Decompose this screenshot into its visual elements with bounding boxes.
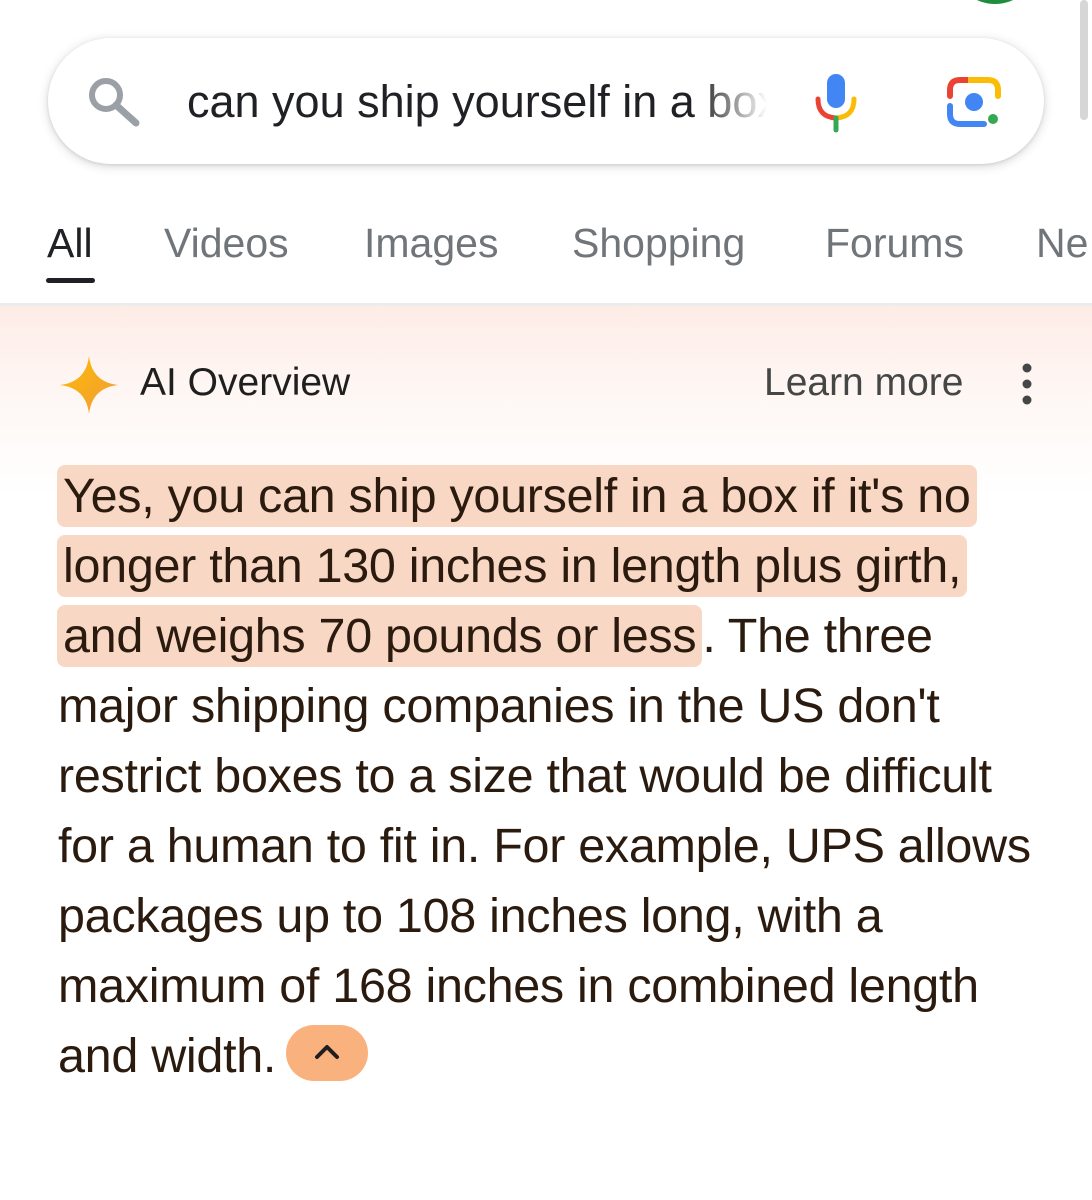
ai-overview-title: AI Overview <box>140 361 351 404</box>
search-input[interactable]: can you ship yourself in a box <box>187 72 767 132</box>
tab-videos[interactable]: Videos <box>164 215 289 271</box>
google-lens-icon[interactable] <box>944 74 1004 130</box>
more-vert-icon[interactable] <box>1012 362 1042 406</box>
collapse-button[interactable] <box>286 1025 369 1082</box>
tab-news[interactable]: Ne <box>1036 215 1088 271</box>
search-icon[interactable] <box>86 76 144 128</box>
learn-more-link[interactable]: Learn more <box>764 358 963 408</box>
active-tab-indicator <box>46 278 95 283</box>
search-tabs: All Videos Images Shopping Forums Ne <box>0 205 1092 285</box>
ai-overview-answer: Yes, you can ship yourself in a box if i… <box>57 461 1033 1091</box>
tab-shopping[interactable]: Shopping <box>572 215 745 271</box>
gemini-sparkle-icon <box>60 356 118 414</box>
chevron-up-icon <box>315 1045 340 1060</box>
tab-forums[interactable]: Forums <box>825 215 964 271</box>
tab-images[interactable]: Images <box>364 215 498 271</box>
account-avatar[interactable] <box>960 0 1030 4</box>
answer-period: . <box>702 609 716 663</box>
tab-all[interactable]: All <box>47 215 93 271</box>
scrollbar[interactable] <box>1080 0 1088 120</box>
mic-icon[interactable] <box>810 72 862 134</box>
answer-body: The three major shipping companies in th… <box>58 609 1031 1083</box>
